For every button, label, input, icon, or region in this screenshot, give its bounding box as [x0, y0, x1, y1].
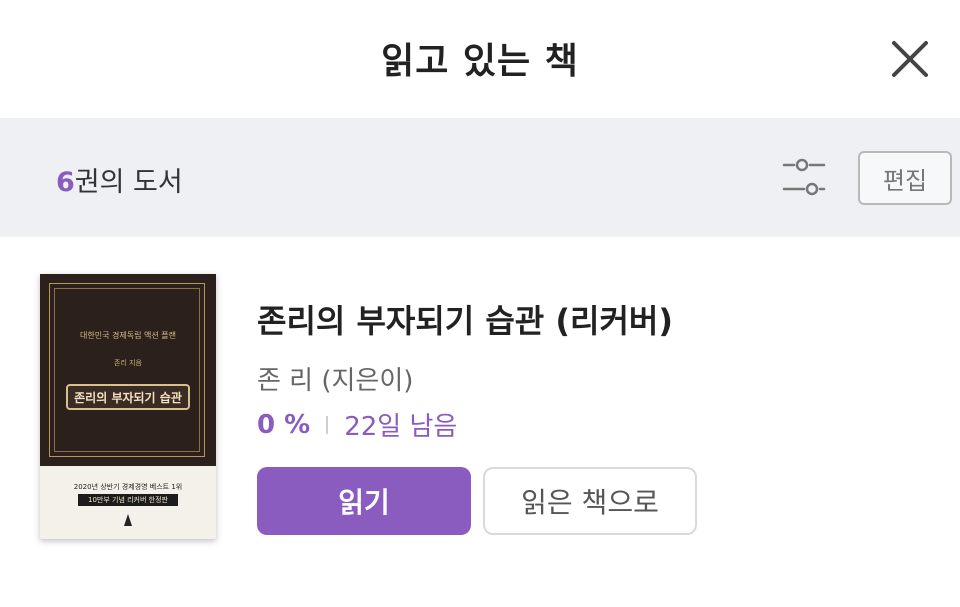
book-title[interactable]: 존리의 부자되기 습관 (리커버) [257, 296, 673, 342]
days-remaining: 22일 남음 [344, 412, 458, 442]
read-button[interactable]: 읽기 [257, 467, 471, 535]
close-icon [892, 41, 928, 77]
publisher-logo-icon [124, 514, 132, 526]
page-header: 읽고 있는 책 [0, 0, 960, 118]
progress-divider [326, 415, 329, 434]
reading-progress: 0 % 22일 남음 [257, 406, 457, 443]
book-count: 6권의 도서 [56, 160, 183, 199]
move-to-read-button[interactable]: 읽은 책으로 [483, 467, 697, 535]
edit-button[interactable]: 편집 [858, 151, 952, 205]
close-button[interactable] [884, 33, 936, 85]
filter-button[interactable] [778, 156, 830, 200]
cover-bestseller-text: 2020년 상반기 경제경영 베스트 1위 [73, 483, 183, 491]
cover-author: 존리 지음 [114, 359, 142, 367]
progress-percent: 0 % [257, 409, 311, 440]
cover-title: 존리의 부자되기 습관 [66, 384, 190, 410]
cover-frame-inner [54, 288, 200, 452]
book-count-suffix: 권의 도서 [74, 167, 183, 198]
cover-edition-band: 10만부 기념 리커버 한정판 [78, 494, 178, 506]
page-title: 읽고 있는 책 [381, 41, 579, 82]
cover-subtitle: 대한민국 경제독립 액션 플랜 [80, 331, 176, 340]
reading-books-page: 읽고 있는 책 6권의 도서 편집 대한민국 경제독립 액션 플랜 존리 지음 … [0, 0, 960, 607]
book-cover[interactable]: 대한민국 경제독립 액션 플랜 존리 지음 존리의 부자되기 습관 2020년 … [40, 274, 216, 539]
book-author: 존 리 (지은이) [257, 366, 414, 396]
filter-sliders-icon [782, 158, 826, 196]
book-count-number: 6 [56, 167, 75, 198]
